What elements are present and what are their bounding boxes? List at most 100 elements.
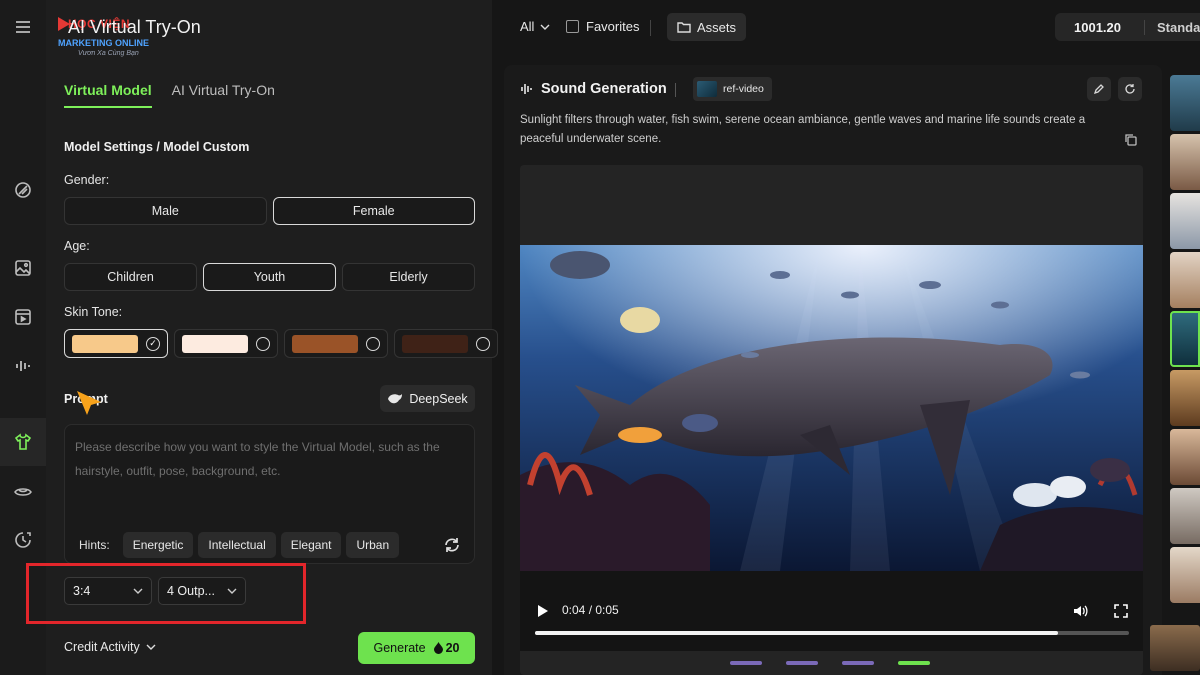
mouse-cursor-icon — [77, 391, 101, 415]
skin-swatch — [292, 334, 358, 353]
result-panel: Sound Generation ref-video Sunlight filt… — [504, 65, 1162, 675]
plan-label: Standa — [1144, 19, 1200, 35]
tab-ai-virtual-try-on[interactable]: AI Virtual Try-On — [172, 82, 275, 108]
variant-indicator[interactable] — [842, 661, 874, 665]
output-count-select[interactable]: 4 Outp... — [158, 577, 246, 605]
age-label: Age: — [64, 239, 90, 253]
video-progress-bar[interactable] — [535, 631, 1129, 635]
history-thumbnail[interactable] — [1170, 547, 1200, 603]
brand-line2: MARKETING ONLINE — [58, 38, 149, 48]
history-thumbnail-selected[interactable] — [1170, 311, 1200, 367]
image-icon[interactable] — [0, 244, 46, 292]
skin-swatch — [182, 334, 248, 353]
credits-badge[interactable]: 1001.20 Standa — [1055, 13, 1200, 41]
assets-button[interactable]: Assets — [667, 13, 747, 41]
result-description: Sunlight filters through water, fish swi… — [520, 114, 1086, 145]
shirt-icon[interactable] — [0, 418, 46, 466]
age-elderly-button[interactable]: Elderly — [342, 263, 475, 291]
variant-indicator[interactable] — [730, 661, 762, 665]
top-bar: All Favorites Assets 1001.20 Standa — [492, 0, 1200, 54]
sound-icon[interactable] — [0, 342, 46, 390]
regenerate-button[interactable] — [1118, 77, 1142, 101]
result-title: Sound Generation — [520, 81, 667, 97]
skin-tone-option-2[interactable] — [174, 329, 278, 358]
video-frame[interactable] — [520, 245, 1143, 571]
skin-tone-option-1[interactable]: ✓ — [64, 329, 168, 358]
checkbox-icon — [566, 20, 579, 33]
history-thumbnail[interactable] — [1170, 252, 1200, 308]
eye-icon[interactable] — [0, 468, 46, 516]
history-thumbnail[interactable] — [1170, 429, 1200, 485]
brand-tagline: Vươn Xa Cùng Bạn — [78, 50, 139, 57]
ref-video-label: ref-video — [723, 83, 764, 95]
credit-activity-dropdown[interactable]: Credit Activity — [64, 640, 156, 654]
generate-cost-value: 20 — [445, 641, 460, 655]
history-thumbnail[interactable] — [1170, 75, 1200, 131]
history-icon[interactable] — [0, 516, 46, 564]
hint-chip-urban[interactable]: Urban — [346, 532, 400, 558]
gender-label: Gender: — [64, 173, 110, 187]
generate-button[interactable]: Generate 20 — [358, 632, 475, 664]
ref-video-thumbnail — [697, 81, 717, 97]
chevron-down-icon — [133, 588, 143, 594]
ref-video-chip[interactable]: ref-video — [693, 77, 772, 101]
gender-male-button[interactable]: Male — [64, 197, 267, 225]
filter-dropdown[interactable]: All — [520, 19, 550, 34]
history-thumbnail[interactable] — [1170, 193, 1200, 249]
deepseek-button[interactable]: DeepSeek — [380, 385, 475, 412]
brush-icon[interactable] — [0, 166, 46, 214]
whale-icon — [388, 393, 403, 403]
variant-indicator[interactable] — [786, 661, 818, 665]
video-icon[interactable] — [0, 293, 46, 341]
droplet-icon — [433, 642, 443, 654]
history-thumbnail[interactable] — [1170, 370, 1200, 426]
fullscreen-icon[interactable] — [1114, 604, 1128, 618]
age-children-button[interactable]: Children — [64, 263, 197, 291]
skin-tone-option-4[interactable] — [394, 329, 498, 358]
hint-chip-intellectual[interactable]: Intellectual — [198, 532, 276, 558]
hint-chip-energetic[interactable]: Energetic — [122, 532, 194, 558]
generate-cost: 20 — [433, 641, 460, 655]
radio-icon — [476, 336, 490, 351]
variant-indicator[interactable] — [898, 661, 930, 665]
age-youth-button[interactable]: Youth — [203, 263, 336, 291]
credits-value: 1001.20 — [1074, 19, 1121, 35]
gender-female-button[interactable]: Female — [272, 197, 475, 225]
generate-label: Generate — [373, 641, 426, 655]
favorites-label: Favorites — [586, 19, 640, 34]
favorites-toggle[interactable]: Favorites — [566, 19, 639, 34]
prompt-input[interactable] — [75, 435, 465, 515]
result-title-text: Sound Generation — [541, 81, 667, 97]
chevron-down-icon — [540, 24, 550, 30]
skin-tone-label: Skin Tone: — [64, 305, 123, 319]
tab-virtual-model[interactable]: Virtual Model — [64, 82, 152, 108]
output-count-value: 4 Outp... — [167, 584, 215, 598]
copy-icon[interactable] — [1124, 133, 1138, 147]
skin-tone-options: ✓ — [64, 329, 498, 358]
skin-swatch — [72, 334, 138, 353]
menu-icon[interactable] — [0, 3, 46, 51]
radio-icon — [256, 336, 270, 351]
play-icon[interactable] — [537, 604, 549, 618]
skin-tone-option-3[interactable] — [284, 329, 388, 358]
divider — [675, 83, 676, 97]
credit-activity-label: Credit Activity — [64, 640, 140, 654]
refresh-icon — [1125, 84, 1135, 94]
deepseek-label: DeepSeek — [409, 391, 468, 406]
edit-icon — [1093, 84, 1104, 95]
volume-icon[interactable] — [1072, 603, 1088, 619]
history-thumbnail[interactable] — [1170, 488, 1200, 544]
video-progress-fill — [535, 631, 1058, 635]
hints-label: Hints: — [79, 538, 110, 552]
assets-label: Assets — [697, 19, 737, 35]
history-thumbnails — [1170, 75, 1200, 606]
aspect-ratio-select[interactable]: 3:4 — [64, 577, 152, 605]
history-thumbnail[interactable] — [1170, 134, 1200, 190]
aspect-ratio-value: 3:4 — [73, 584, 91, 598]
check-icon: ✓ — [146, 336, 160, 351]
refresh-icon[interactable] — [443, 536, 461, 554]
hint-chip-elegant[interactable]: Elegant — [280, 532, 342, 558]
edit-button[interactable] — [1087, 77, 1111, 101]
prompt-box: Hints: Energetic Intellectual Elegant Ur… — [64, 424, 475, 564]
sound-icon — [521, 84, 532, 94]
